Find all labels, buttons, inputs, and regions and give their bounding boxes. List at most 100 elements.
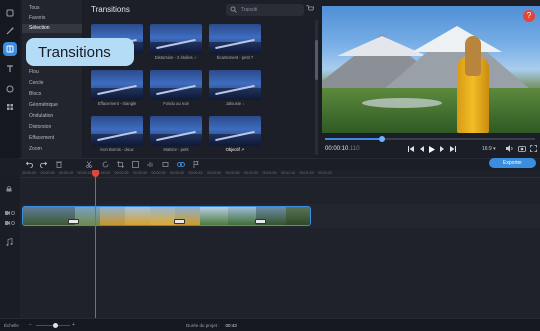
transition-thumbnail	[91, 116, 143, 146]
snapshot-icon[interactable]	[518, 145, 526, 152]
preview-seekbar[interactable]	[325, 136, 535, 142]
transition-tile[interactable]: Jalousie ↓	[209, 70, 261, 108]
zoom-out-icon[interactable]: −	[29, 322, 32, 328]
titles-icon[interactable]	[3, 62, 17, 76]
link-icon[interactable]	[177, 161, 185, 168]
ruler-tick: 00:00:00	[22, 171, 36, 175]
duration-value: 00:43	[225, 323, 237, 328]
scroll-thumb[interactable]	[315, 40, 318, 80]
skip-forward-icon[interactable]	[449, 146, 456, 152]
track-headers	[0, 178, 20, 318]
playhead-handle[interactable]	[92, 170, 99, 177]
search-input[interactable]	[241, 6, 299, 14]
category-zoom[interactable]: Zoom	[22, 145, 82, 154]
stickers-icon[interactable]	[3, 82, 17, 96]
ruler-tick: 00:00:55	[225, 171, 240, 175]
cut-icon[interactable]	[86, 161, 92, 168]
transition-tile[interactable]: Écartement - petit ?	[209, 24, 261, 62]
category-all[interactable]: Tous	[22, 4, 82, 13]
category-wave[interactable]: Ondulation	[22, 112, 82, 121]
duration-label: Durée du projet :	[186, 323, 220, 328]
transition-label: Fondu au noir	[163, 101, 189, 106]
transition-label: Jalousie ↓	[225, 101, 245, 106]
transition-marker[interactable]	[174, 219, 185, 224]
ruler-tick: 00:00:10	[59, 171, 73, 175]
ruler-tick: 00:00:15	[77, 171, 92, 175]
transition-thumbnail	[209, 70, 261, 100]
transition-marker[interactable]	[255, 219, 266, 224]
transitions-panel: Transitions Distorsion - 2 étoiles ✓ Éca…	[84, 0, 319, 158]
transition-tile[interactable]: Objectif ↗	[209, 116, 261, 154]
search-icon	[230, 6, 237, 13]
more-icon[interactable]	[3, 100, 17, 114]
play-icon[interactable]	[429, 145, 435, 153]
ruler-tick: 00:00:25	[114, 171, 129, 175]
crop-icon[interactable]	[117, 161, 124, 168]
search-box[interactable]	[226, 4, 304, 16]
panel-scrollbar[interactable]	[315, 20, 318, 155]
step-back-icon[interactable]	[419, 146, 425, 152]
store-icon[interactable]	[306, 5, 314, 12]
transition-label: Mattice - petit	[163, 147, 189, 152]
audio-track[interactable]	[20, 230, 540, 250]
category-geometric[interactable]: Géométrique	[22, 101, 82, 110]
ruler-tick: 00:00:40	[170, 171, 184, 175]
ruler-tick: 00:00:45	[188, 171, 203, 175]
transition-label: Écartement - petit ?	[216, 55, 254, 60]
wand-icon[interactable]	[3, 24, 17, 38]
ruler-tick: 00:01:05	[262, 171, 277, 175]
redo-icon[interactable]	[40, 161, 47, 168]
undo-icon[interactable]	[26, 161, 33, 168]
transition-tile[interactable]: Distorsion - 2 étoiles ✓	[150, 24, 202, 62]
category-blur[interactable]: Flou	[22, 68, 82, 77]
status-bar: Échelle − + Durée du projet : 00:43	[0, 318, 540, 331]
aspect-ratio-select[interactable]: 16:9 ▾	[482, 146, 496, 152]
video-preview[interactable]: ?	[322, 6, 540, 133]
category-distortion[interactable]: Distorsion	[22, 123, 82, 132]
zoom-in-icon[interactable]: +	[72, 322, 75, 328]
music-track-icon[interactable]	[6, 238, 14, 246]
playback-controls	[408, 145, 456, 153]
ruler-tick: 00:00:30	[133, 171, 147, 175]
zoom-handle[interactable]	[52, 323, 58, 328]
marker-icon[interactable]	[193, 161, 199, 168]
ruler-tick: 00:01:20	[318, 171, 332, 175]
rotate-icon[interactable]	[102, 161, 109, 168]
category-blocks[interactable]: Blocs	[22, 90, 82, 99]
step-forward-icon[interactable]	[439, 146, 445, 152]
transition-marker[interactable]	[68, 219, 79, 224]
audio-icon[interactable]	[147, 161, 154, 168]
preview-subject	[457, 36, 493, 133]
delete-icon[interactable]	[56, 161, 62, 168]
import-icon[interactable]	[3, 6, 17, 20]
timecode: 00:00:10.110	[325, 146, 360, 152]
transition-tile[interactable]: Mattice - petit	[150, 116, 202, 154]
track-lock-icon[interactable]	[6, 186, 12, 192]
transition-tile[interactable]: Fondu au noir	[150, 70, 202, 108]
category-wipe[interactable]: Effacement	[22, 134, 82, 143]
skip-back-icon[interactable]	[408, 146, 415, 152]
export-button[interactable]: Exporter	[489, 158, 536, 168]
transition-tile[interactable]: Effacement - triangle	[91, 70, 143, 108]
help-icon[interactable]: ?	[523, 10, 535, 22]
transition-thumbnail	[150, 24, 202, 54]
volume-icon[interactable]	[506, 145, 514, 152]
video-clip-strip[interactable]	[22, 206, 311, 226]
video-track-icon[interactable]	[5, 210, 15, 216]
timeline-playhead[interactable]	[95, 172, 96, 318]
fullscreen-icon[interactable]	[530, 145, 537, 152]
category-favorites[interactable]: Favoris	[22, 14, 82, 23]
category-selection[interactable]: Sélection	[22, 24, 82, 33]
zoom-slider[interactable]	[36, 323, 70, 328]
color-icon[interactable]	[132, 161, 139, 168]
left-tool-rail	[0, 0, 20, 158]
transition-label: Distorsion - 2 étoiles ✓	[154, 55, 198, 60]
video-track-icon[interactable]	[5, 220, 15, 226]
stabilize-icon[interactable]	[162, 161, 169, 168]
category-circle[interactable]: Cercle	[22, 79, 82, 88]
transition-thumbnail	[150, 116, 202, 146]
ruler-tick: 00:01:10	[281, 171, 295, 175]
transitions-icon[interactable]	[3, 42, 17, 56]
transition-tile[interactable]: Kori Bornis - doux	[91, 116, 143, 154]
seek-handle[interactable]	[378, 136, 385, 142]
